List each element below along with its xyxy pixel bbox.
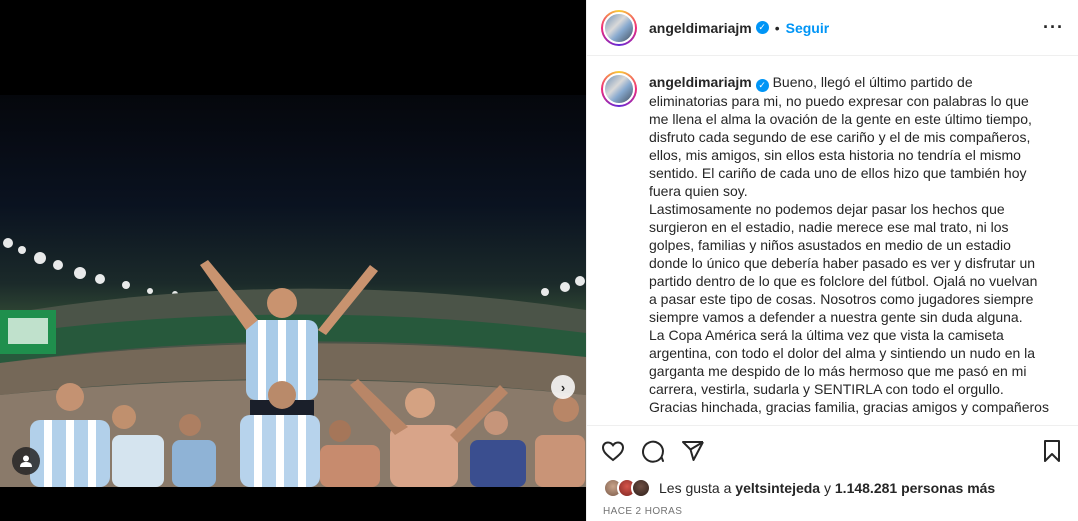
follow-button[interactable]: Seguir <box>786 20 830 36</box>
author-avatar[interactable] <box>601 9 637 46</box>
liker-avatars[interactable] <box>603 478 651 498</box>
tagged-users-button[interactable] <box>12 447 40 475</box>
likes-prefix: Les gusta a <box>659 480 732 496</box>
caption-row: angeldimariajm ✓ Bueno, llegó el último p… <box>601 71 1064 416</box>
caption-author-username[interactable]: angeldimariajm <box>649 74 752 90</box>
chevron-right-icon: › <box>560 379 566 395</box>
verified-badge-icon: ✓ <box>755 79 769 92</box>
post-timestamp[interactable]: HACE 2 HORAS <box>603 506 682 517</box>
heart-icon[interactable] <box>601 439 625 463</box>
separator-dot: • <box>774 19 780 36</box>
post-caption: angeldimariajm ✓ Bueno, llegó el último p… <box>649 73 1049 416</box>
likes-conjunction: y <box>824 480 831 496</box>
likes-summary: Les gusta a yeltsintejeda y 1.148.281 pe… <box>603 478 995 498</box>
share-icon[interactable] <box>681 439 705 463</box>
bookmark-icon[interactable] <box>1040 439 1064 463</box>
caption-text: Bueno, llegó el último partido de elimin… <box>649 74 1049 415</box>
liker-username[interactable]: yeltsintejeda <box>735 480 820 496</box>
post-photo[interactable]: › <box>0 95 586 487</box>
post-side-panel: angeldimariajm ✓ • Seguir ··· angeldimar… <box>586 0 1078 521</box>
post-header: angeldimariajm ✓ • Seguir ··· <box>587 0 1078 56</box>
likes-count[interactable]: 1.148.281 personas más <box>835 480 995 496</box>
caption-author-avatar[interactable] <box>601 71 637 107</box>
post-actions-bar <box>587 425 1078 475</box>
post-media: › <box>0 0 586 521</box>
next-photo-button[interactable]: › <box>551 375 575 399</box>
comment-icon[interactable] <box>641 439 665 463</box>
stadium-celebration-image <box>0 238 586 487</box>
comments-area[interactable]: angeldimariajm ✓ Bueno, llegó el último p… <box>587 57 1078 425</box>
author-username[interactable]: angeldimariajm <box>649 20 752 36</box>
more-options-icon[interactable]: ··· <box>1043 17 1064 38</box>
tagged-user-icon <box>20 455 32 467</box>
verified-badge-icon: ✓ <box>755 21 769 34</box>
